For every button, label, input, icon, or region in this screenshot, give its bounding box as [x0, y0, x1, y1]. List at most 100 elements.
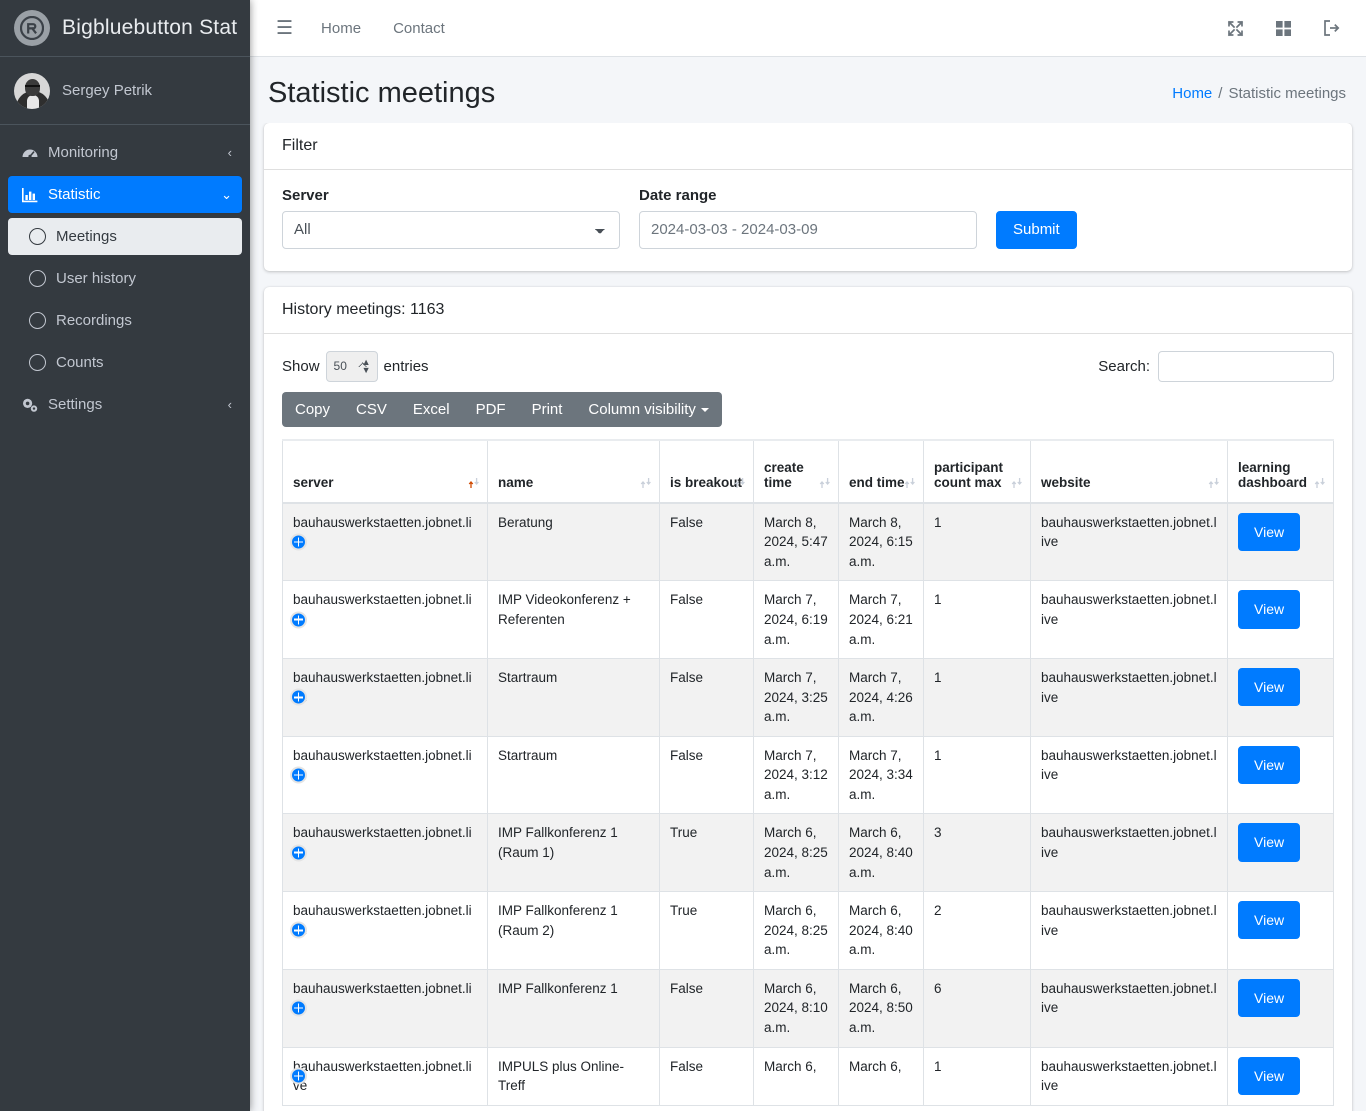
- sidebar-item-recordings[interactable]: Recordings: [8, 302, 242, 339]
- column-visibility-button[interactable]: Column visibility: [575, 392, 722, 427]
- column-header-server[interactable]: server: [282, 438, 488, 504]
- table-row: bauhauswerkstaetten.jobnet.live IMPULS pl…: [282, 1046, 1334, 1106]
- cell-end-time: March 8, 2024, 6:15 a.m.: [838, 502, 924, 582]
- filter-row: Server All Date range Submit: [282, 187, 1334, 249]
- cell-participant-count-max: 1: [923, 1046, 1031, 1106]
- column-header-learning-dashboard[interactable]: learning dashboard: [1227, 438, 1334, 504]
- sidebar-item-label: User history: [56, 270, 137, 287]
- daterange-input[interactable]: [639, 210, 977, 249]
- fullscreen-icon[interactable]: [1218, 11, 1252, 45]
- cell-website: bauhauswerkstaetten.jobnet.live: [1030, 891, 1228, 970]
- sign-out-icon[interactable]: [1314, 11, 1348, 45]
- table-row: bauhauswerkstaetten.jobnet.live BeratungF…: [282, 502, 1334, 582]
- expand-row-icon[interactable]: [290, 1067, 307, 1085]
- expand-row-icon[interactable]: [290, 844, 307, 862]
- csv-button[interactable]: CSV: [343, 392, 400, 427]
- cell-participant-count-max: 1: [923, 580, 1031, 660]
- table-row: bauhauswerkstaetten.jobnet.live IMP Fallk…: [282, 813, 1334, 893]
- expand-row-icon[interactable]: [290, 921, 307, 939]
- show-label: Show: [282, 357, 320, 375]
- table-body: bauhauswerkstaetten.jobnet.live Beratung F…: [282, 502, 1334, 1106]
- expand-row-icon[interactable]: [290, 533, 307, 551]
- column-header-name[interactable]: name: [487, 438, 660, 504]
- grid-apps-icon[interactable]: [1266, 11, 1300, 45]
- bar-chart-icon: [18, 186, 41, 204]
- sort-icon: [1314, 477, 1325, 488]
- sidebar-item-user-history[interactable]: User history: [8, 260, 242, 297]
- submit-button[interactable]: Submit: [996, 210, 1077, 249]
- view-button[interactable]: View: [1238, 978, 1301, 1018]
- cell-text: bauhauswerkstaetten.jobnet.live: [293, 747, 472, 783]
- cell-text: bauhauswerkstaetten.jobnet.live: [293, 903, 472, 938]
- print-button[interactable]: Print: [519, 392, 576, 427]
- cell-website: bauhauswerkstaetten.jobnet.live: [1030, 813, 1228, 893]
- navbar-link-home[interactable]: Home: [305, 14, 377, 43]
- cell-name: Beratung: [487, 502, 660, 582]
- navbar-link-contact[interactable]: Contact: [377, 14, 461, 43]
- cell-is-breakout: False: [659, 968, 754, 1048]
- sidebar-item-statistic[interactable]: Statistic ⌄: [8, 176, 242, 213]
- column-header-website[interactable]: website: [1030, 438, 1228, 504]
- expand-row-icon[interactable]: [290, 999, 307, 1017]
- hamburger-icon[interactable]: ☰: [264, 13, 305, 44]
- table-row: bauhauswerkstaetten.jobnet.live IMP Video…: [282, 580, 1334, 660]
- table-head: server name is breakout create time end …: [282, 438, 1334, 504]
- content-header: Statistic meetings Home / Statistic meet…: [250, 57, 1366, 123]
- view-button[interactable]: View: [1238, 1056, 1301, 1095]
- cell-text: bauhauswerkstaetten.jobnet.live: [293, 825, 472, 860]
- table-row: bauhauswerkstaetten.jobnet.live IMP Fallk…: [282, 891, 1334, 970]
- copy-button[interactable]: Copy: [282, 392, 343, 427]
- cell-participant-count-max: 6: [923, 968, 1031, 1048]
- cell-text: bauhauswerkstaetten.jobnet.live: [293, 514, 472, 550]
- search-input[interactable]: [1158, 350, 1334, 382]
- cell-name: IMP Videokonferenz + Referenten: [487, 580, 660, 660]
- cell-end-time: March 6, 2024, 8:50 a.m.: [838, 968, 924, 1048]
- sort-icon: [1208, 477, 1219, 488]
- navbar-right: [1218, 11, 1348, 45]
- daterange-label: Date range: [639, 186, 717, 204]
- expand-row-icon[interactable]: [290, 766, 307, 784]
- breadcrumb-home[interactable]: Home: [1172, 85, 1212, 102]
- column-header-is-breakout[interactable]: is breakout: [659, 438, 754, 504]
- sidebar-item-settings[interactable]: Settings ‹: [8, 386, 242, 423]
- excel-button[interactable]: Excel: [400, 392, 463, 427]
- cell-is-breakout: False: [659, 1046, 754, 1106]
- column-label: learning dashboard: [1238, 459, 1308, 490]
- view-button[interactable]: View: [1238, 745, 1301, 785]
- filter-card: Filter Server All Date range 2024-03-03 …: [264, 122, 1352, 271]
- cell-end-time: March 6, 2024, 8:40 a.m.: [838, 813, 924, 893]
- user-panel[interactable]: Sergey Petrik: [0, 57, 250, 125]
- cell-name: Startraum: [487, 735, 660, 815]
- cell-participant-count-max: 2: [923, 891, 1031, 970]
- chevron-down-icon: ⌄: [221, 187, 232, 202]
- view-button[interactable]: View: [1238, 823, 1301, 862]
- column-header-participant-count-max[interactable]: participant count max: [923, 438, 1031, 504]
- sidebar-item-label: Recordings: [56, 312, 132, 329]
- cell-create-time: March 7, 2024, 3:12 a.m.: [753, 735, 839, 815]
- sidebar-item-counts[interactable]: Counts: [8, 344, 242, 381]
- expand-row-icon[interactable]: [290, 688, 307, 706]
- sidebar-item-monitoring[interactable]: Monitoring ‹: [8, 134, 242, 171]
- circle-icon: [26, 270, 49, 287]
- cell-participant-count-max: 1: [923, 658, 1031, 737]
- export-button-group: Copy CSV Excel PDF Print Column visibili…: [282, 391, 722, 427]
- sidebar-item-meetings[interactable]: Meetings: [8, 218, 242, 255]
- cell-website: bauhauswerkstaetten.jobnet.live: [1030, 735, 1228, 815]
- expand-row-icon[interactable]: [290, 611, 307, 629]
- view-button[interactable]: View: [1238, 590, 1301, 629]
- page-length-select[interactable]: 50: [325, 350, 378, 382]
- view-button[interactable]: View: [1238, 668, 1301, 707]
- column-header-create-time[interactable]: create time: [753, 438, 839, 504]
- cell-is-breakout: True: [659, 813, 754, 893]
- server-select[interactable]: All: [282, 210, 620, 249]
- column-header-end-time[interactable]: end time: [838, 438, 924, 504]
- sort-icon: [1011, 477, 1022, 488]
- view-button[interactable]: View: [1238, 901, 1301, 940]
- cell-create-time: March 6, 2024, 8:10 a.m.: [753, 968, 839, 1048]
- brand-link[interactable]: Bigbluebutton Stat: [0, 0, 250, 57]
- view-button[interactable]: View: [1238, 512, 1301, 551]
- circle-icon: [26, 354, 49, 371]
- pdf-button[interactable]: PDF: [463, 392, 519, 427]
- table-header-row: server name is breakout create time end …: [282, 438, 1334, 504]
- server-label: Server: [282, 186, 329, 204]
